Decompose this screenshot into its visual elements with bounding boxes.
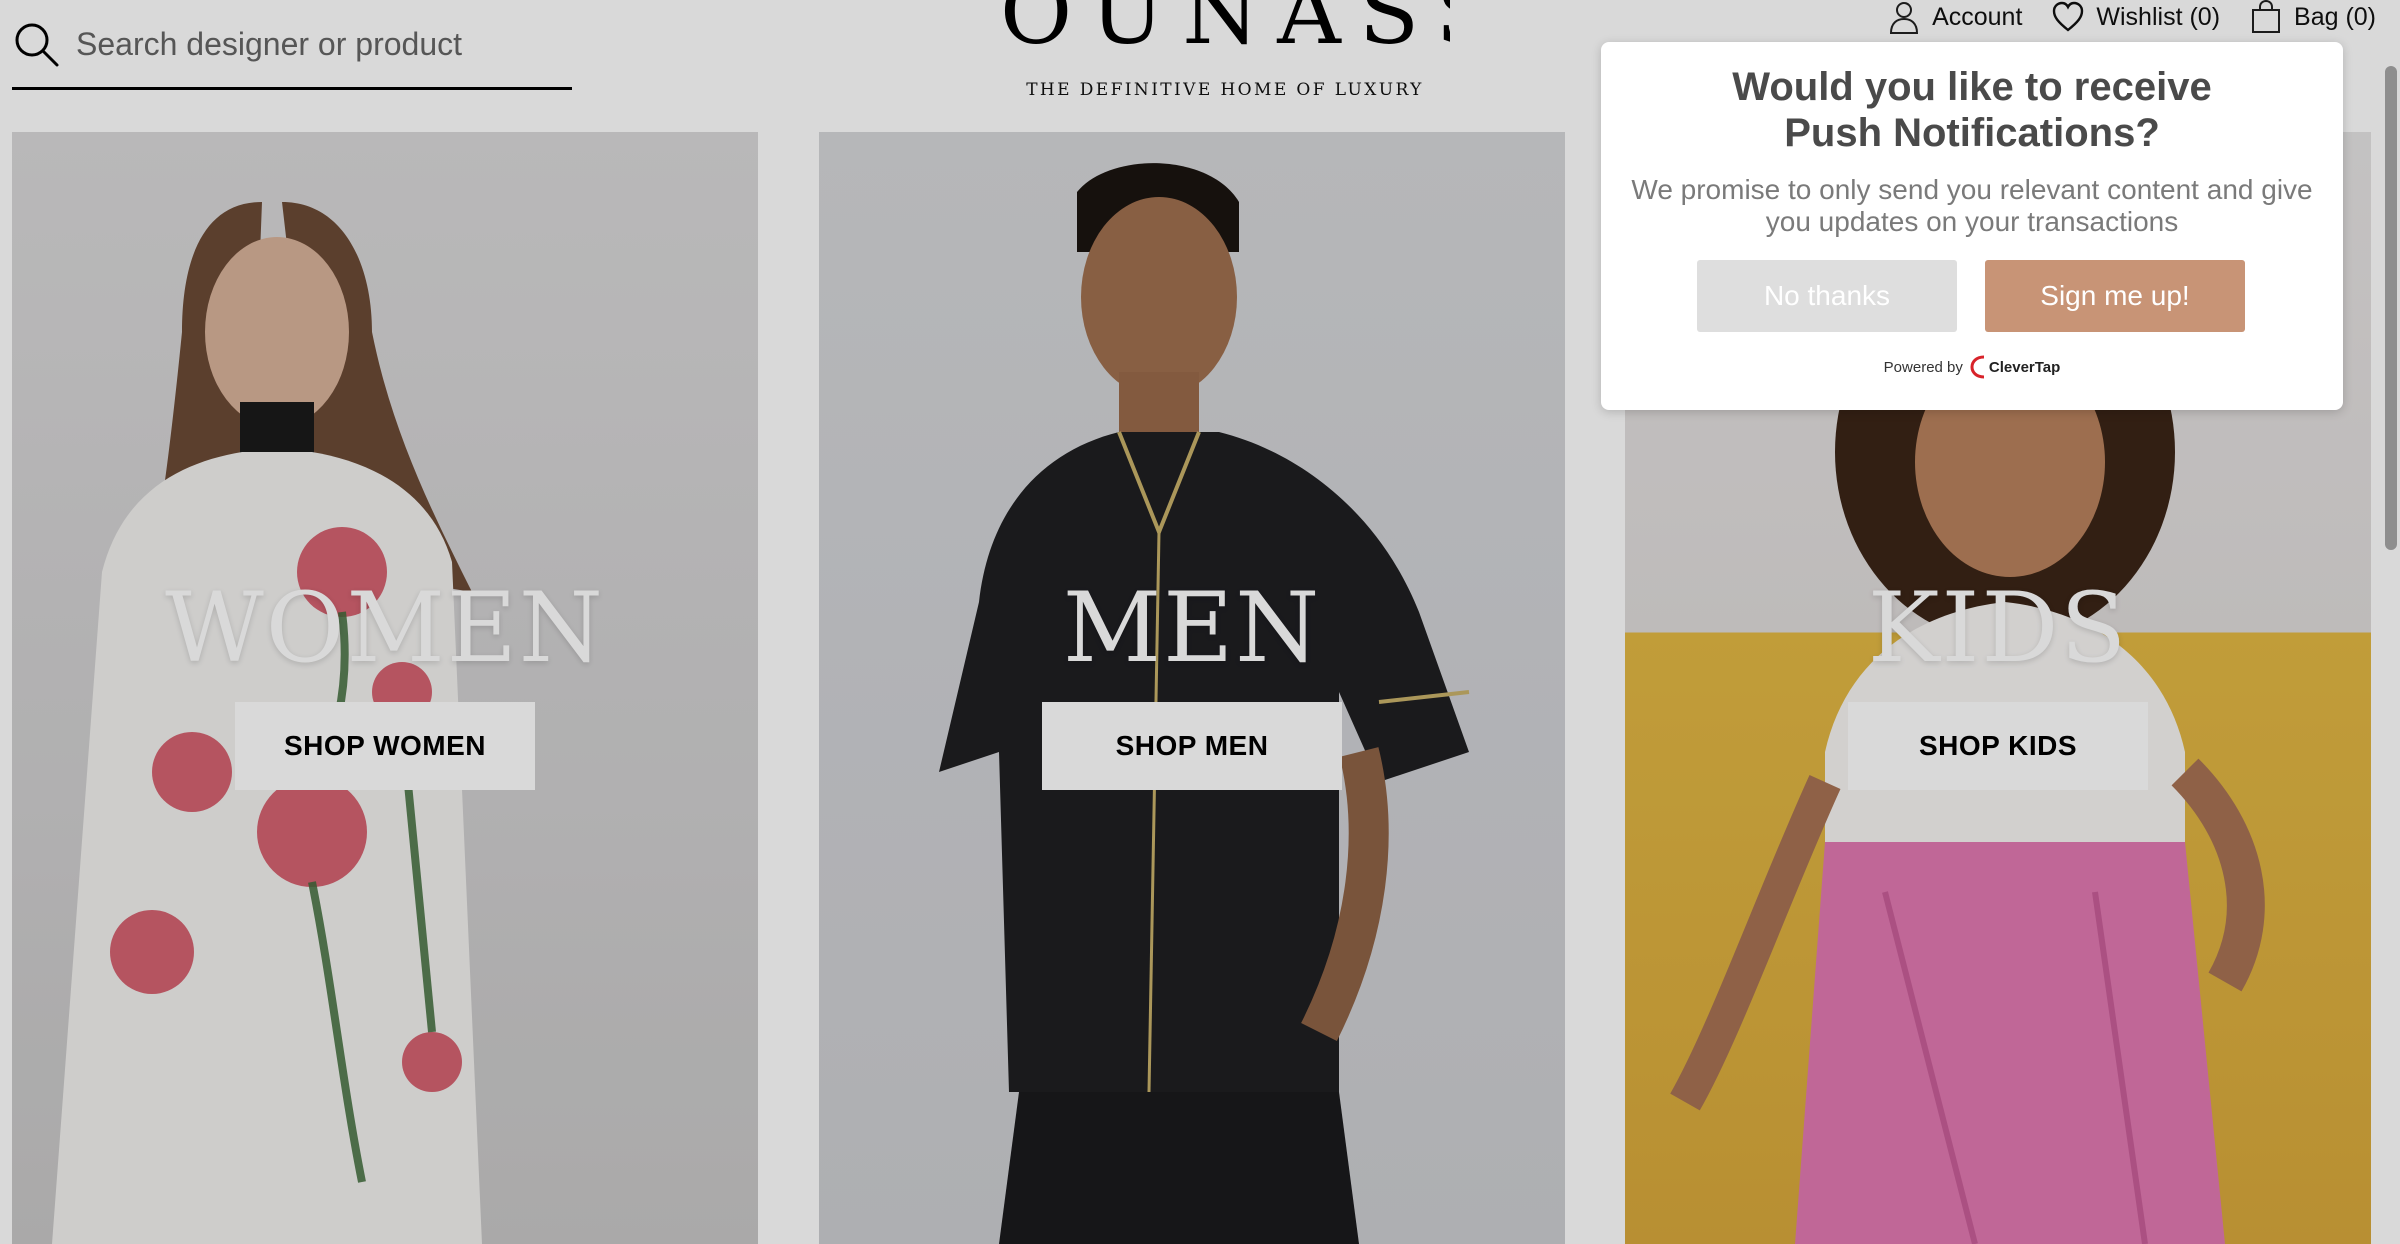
clevertap-icon	[1970, 355, 1984, 379]
push-notification-dialog: Would you like to receive Push Notificat…	[1601, 42, 2343, 410]
dialog-title-line-2: Push Notifications?	[1784, 111, 2160, 155]
dialog-title: Would you like to receive Push Notificat…	[1661, 64, 2283, 156]
scrollbar-thumb[interactable]	[2385, 66, 2397, 550]
dialog-title-line-1: Would you like to receive	[1732, 65, 2212, 109]
no-thanks-button[interactable]: No thanks	[1697, 260, 1957, 332]
clevertap-name: CleverTap	[1988, 358, 2061, 376]
clevertap-logo: CleverTap	[1969, 354, 2060, 380]
sign-me-up-button[interactable]: Sign me up!	[1985, 260, 2245, 332]
powered-by: Powered by CleverTap	[1601, 354, 2343, 380]
dialog-message: We promise to only send you relevant con…	[1631, 174, 2313, 237]
page-scrollbar[interactable]	[2382, 0, 2400, 1244]
powered-by-label: Powered by	[1883, 358, 1963, 376]
